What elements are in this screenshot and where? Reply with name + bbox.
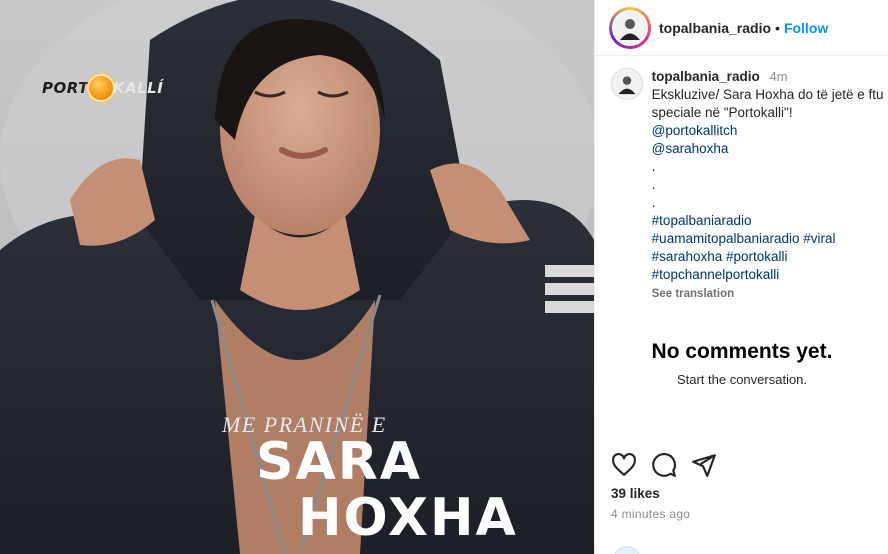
logo-text-left: PORT bbox=[42, 79, 89, 97]
portokalli-logo: PORT KALLÍ bbox=[42, 68, 163, 108]
hashtag-link[interactable]: #topalbaniaradio bbox=[652, 212, 888, 230]
header-username[interactable]: topalbania_radio bbox=[659, 20, 771, 36]
caption-time[interactable]: 4m bbox=[769, 69, 787, 84]
orange-logo-icon bbox=[86, 74, 115, 102]
post-sidebar: topalbania_radio • Follow topalbania_rad… bbox=[594, 0, 888, 554]
caption-text-line: speciale në "Portokalli"! bbox=[651, 105, 793, 120]
hashtag-link[interactable]: #sarahoxha #portokalli bbox=[652, 248, 888, 266]
avatar-person-icon bbox=[620, 18, 640, 40]
avatar-person-icon bbox=[618, 76, 636, 95]
mention-link[interactable]: @sarahoxha bbox=[652, 140, 888, 158]
follow-button[interactable]: Follow bbox=[784, 20, 828, 36]
caption-avatar[interactable] bbox=[611, 68, 643, 100]
likes-count[interactable]: 39 likes bbox=[611, 486, 660, 501]
profile-avatar-ring[interactable] bbox=[609, 6, 651, 49]
see-translation-link[interactable]: See translation bbox=[652, 285, 888, 303]
logo-text-right: KALLÍ bbox=[112, 79, 164, 97]
empty-comments: No comments yet. Start the conversation. bbox=[595, 340, 888, 387]
heart-icon[interactable] bbox=[611, 452, 637, 478]
caption-dot: . bbox=[651, 159, 656, 174]
instagram-post-view: PORT KALLÍ ME PRANINË E SARA HOXHA topal… bbox=[0, 0, 888, 554]
post-caption: topalbania_radio 4m Ekskluzive/ Sara Hox… bbox=[611, 68, 888, 303]
avatar bbox=[612, 9, 648, 46]
hashtag-link[interactable]: #topchannelportokalli bbox=[652, 266, 888, 284]
hashtag-link[interactable]: #uamamitopalbaniaradio #viral bbox=[652, 230, 888, 248]
mention-link[interactable]: @portokallitch bbox=[652, 122, 888, 140]
post-header: topalbania_radio • Follow bbox=[595, 0, 888, 56]
avatar bbox=[613, 546, 641, 554]
post-actions bbox=[611, 452, 717, 478]
share-icon[interactable] bbox=[691, 452, 717, 478]
comment-icon[interactable] bbox=[651, 452, 677, 478]
caption-body: topalbania_radio 4m Ekskluzive/ Sara Hox… bbox=[652, 68, 888, 303]
caption-dot: . bbox=[651, 177, 656, 192]
no-comments-title: No comments yet. bbox=[651, 340, 833, 363]
caption-username[interactable]: topalbania_radio bbox=[652, 69, 760, 84]
post-image[interactable]: PORT KALLÍ ME PRANINË E SARA HOXHA bbox=[0, 0, 594, 554]
start-conversation-text: Start the conversation. bbox=[676, 372, 808, 387]
caption-dot: . bbox=[651, 195, 656, 210]
caption-text-line: Ekskluzive/ Sara Hoxha do të jetë e ftu bbox=[651, 87, 884, 102]
image-name-first: SARA bbox=[256, 432, 422, 492]
header-separator: • bbox=[775, 19, 780, 36]
post-timestamp[interactable]: 4 minutes ago bbox=[611, 507, 690, 521]
image-name-last: HOXHA bbox=[298, 488, 518, 548]
